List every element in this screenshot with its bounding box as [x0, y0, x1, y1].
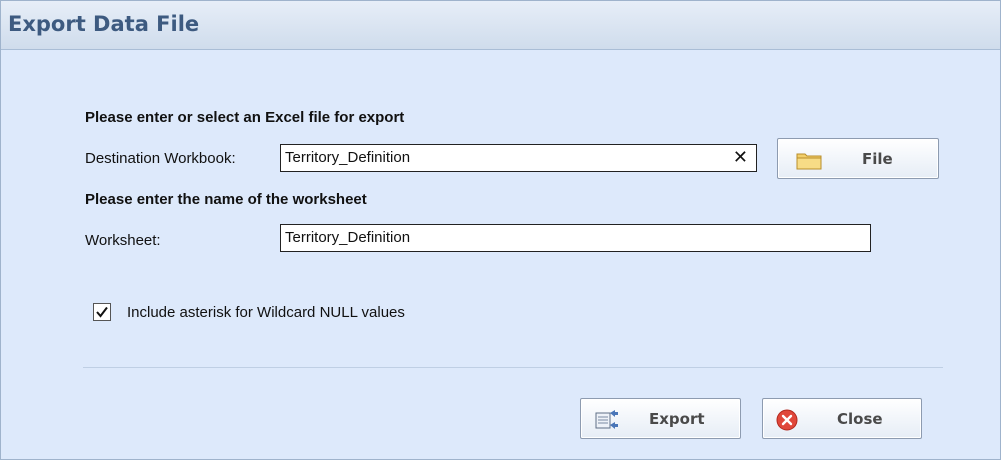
dialog-title: Export Data File [8, 12, 200, 36]
wildcard-null-checkbox[interactable] [93, 303, 111, 321]
excel-section-heading: Please enter or select an Excel file for… [85, 109, 405, 126]
dialog-titlebar: Export Data File [1, 1, 1000, 50]
close-button[interactable]: Close [762, 398, 922, 439]
export-button[interactable]: Export [580, 398, 741, 439]
worksheet-value: Territory_Definition [285, 229, 411, 246]
worksheet-input[interactable]: Territory_Definition [280, 224, 871, 252]
close-circle-icon [775, 408, 799, 436]
destination-workbook-label: Destination Workbook: [85, 150, 236, 167]
clear-x-icon[interactable]: ✕ [733, 147, 748, 168]
worksheet-label: Worksheet: [85, 232, 161, 249]
export-icon [595, 409, 619, 435]
folder-icon [796, 150, 822, 174]
file-button-label: File [862, 150, 893, 168]
destination-workbook-value: Territory_Definition [285, 149, 411, 166]
wildcard-null-checkbox-label[interactable]: Include asterisk for Wildcard NULL value… [127, 304, 405, 321]
worksheet-section-heading: Please enter the name of the worksheet [85, 191, 367, 208]
close-button-label: Close [837, 410, 883, 428]
export-button-label: Export [649, 410, 705, 428]
footer-divider [83, 367, 943, 368]
file-button[interactable]: File [777, 138, 939, 179]
export-data-file-dialog: Export Data File Please enter or select … [0, 0, 1001, 460]
destination-workbook-input[interactable]: Territory_Definition ✕ [280, 144, 757, 172]
